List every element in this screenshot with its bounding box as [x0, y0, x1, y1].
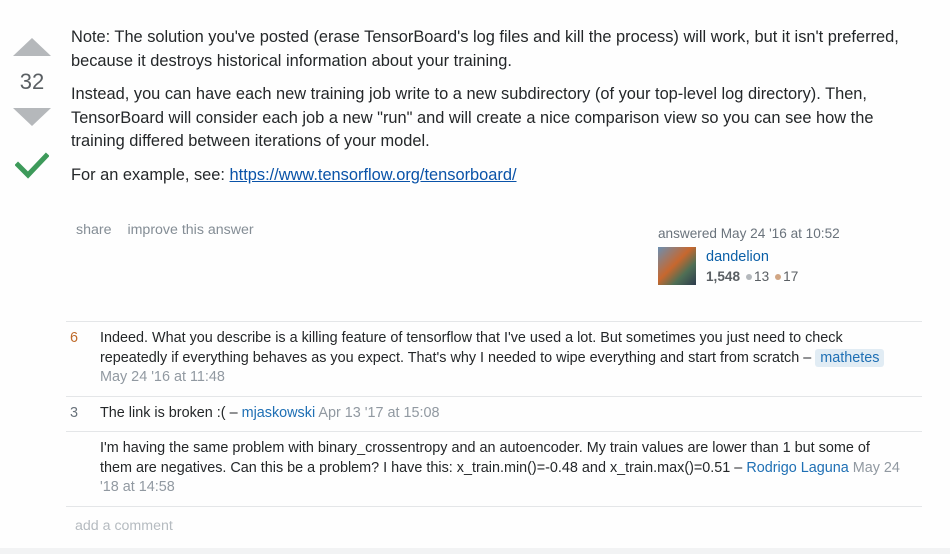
comment-body: I'm having the same problem with binary_… — [100, 439, 922, 498]
silver-badge-icon — [746, 273, 753, 280]
checkmark-icon — [15, 152, 49, 179]
answer-body: Note: The solution you've posted (erase … — [71, 26, 901, 197]
tensorboard-link[interactable]: https://www.tensorflow.org/tensorboard/ — [230, 166, 517, 184]
answer-paragraph-instead: Instead, you can have each new training … — [71, 85, 874, 150]
bronze-badge-count: 17 — [783, 269, 799, 284]
comment-user-link[interactable]: mjaskowski — [242, 405, 316, 421]
comment-item: I'm having the same problem with binary_… — [66, 432, 922, 507]
user-info: dandelion 1,548 13 17 — [658, 247, 898, 287]
comment-date[interactable]: Apr 13 '17 at 15:08 — [315, 405, 439, 421]
reputation-score: 1,548 — [706, 269, 741, 284]
answer-page: 32 Note: The solution you've posted (era… — [0, 0, 950, 554]
vote-count: 32 — [19, 69, 45, 94]
comment-item: 3 The link is broken :( – mjaskowski Apr… — [66, 397, 922, 432]
add-comment-link[interactable]: add a comment — [75, 518, 173, 534]
comment-score — [66, 439, 100, 498]
user-name-link[interactable]: dandelion — [706, 247, 798, 267]
post-menu: share improve this answer — [76, 222, 266, 238]
comment-text: Indeed. What you describe is a killing f… — [100, 330, 843, 366]
bottom-divider — [0, 548, 950, 554]
improve-answer-link[interactable]: improve this answer — [127, 222, 253, 238]
user-card: answered May 24 '16 at 10:52 dandelion 1… — [658, 226, 898, 287]
answered-timestamp: answered May 24 '16 at 10:52 — [658, 226, 840, 241]
bronze-badge-icon — [775, 273, 782, 280]
reputation-line: 1,548 13 17 — [706, 267, 798, 287]
user-details: dandelion 1,548 13 17 — [706, 247, 798, 287]
comment-user-link[interactable]: Rodrigo Laguna — [746, 460, 848, 476]
comment-user-link[interactable]: mathetes — [815, 348, 885, 367]
comment-item: 6 Indeed. What you describe is a killing… — [66, 322, 922, 397]
answer-paragraph-example: For an example, see: https://www.tensorf… — [71, 164, 901, 188]
silver-badge-count: 13 — [754, 269, 770, 284]
vote-column: 32 — [10, 30, 54, 182]
comment-score: 6 — [70, 330, 79, 346]
comment-score: 3 — [70, 404, 79, 421]
avatar[interactable] — [658, 247, 696, 285]
downvote-arrow-icon[interactable] — [13, 108, 51, 126]
example-prefix: For an example, see: — [71, 165, 230, 184]
upvote-arrow-icon[interactable] — [13, 38, 51, 56]
comment-body: The link is broken :( – mjaskowski Apr 1… — [100, 404, 922, 424]
comment-body: Indeed. What you describe is a killing f… — [100, 329, 922, 388]
comments-list: 6 Indeed. What you describe is a killing… — [66, 321, 922, 507]
comment-text: The link is broken :( – — [100, 404, 242, 421]
answer-paragraph-note: Note: The solution you've posted (erase … — [71, 28, 899, 70]
share-link[interactable]: share — [76, 222, 112, 238]
comment-date[interactable]: May 24 '16 at 11:48 — [100, 369, 225, 385]
